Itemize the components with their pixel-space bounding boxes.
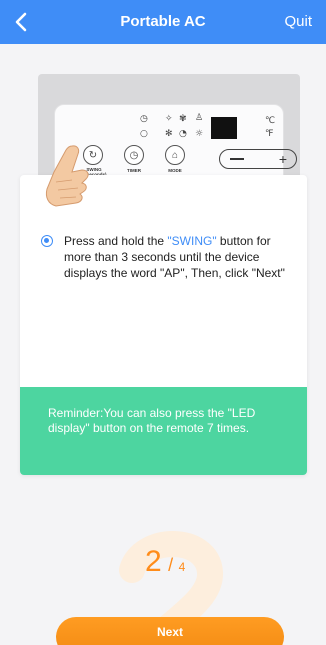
clock-icon: ◷ <box>140 114 148 124</box>
current-step: 2 <box>145 545 162 578</box>
instruction-text: Press and hold the "SWING" button for mo… <box>64 234 285 280</box>
plus-icon: + <box>278 151 287 167</box>
sun-icon: ☼ <box>195 129 204 139</box>
minus-icon <box>230 158 244 160</box>
nav-header: Portable AC Quit <box>0 0 326 44</box>
mode-button: ⌂ <box>165 145 185 165</box>
celsius-unit: ℃ <box>265 116 276 126</box>
hand-pointer-icon <box>45 145 89 207</box>
swing-highlight: "SWING" <box>167 234 217 248</box>
home-icon: ⌂ <box>171 149 179 161</box>
page-title: Portable AC <box>120 13 206 30</box>
snowflake-icon: ✻ <box>165 129 173 139</box>
step-indicator: 2 / 4 <box>145 545 185 579</box>
dehumidify-icon: ◔ <box>179 129 187 139</box>
timer-caption: TIMER <box>127 168 141 173</box>
clock-icon: ◷ <box>129 149 139 161</box>
sleep-icon: ♙ <box>195 113 204 123</box>
reminder-banner: Reminder:You can also press the "LED dis… <box>20 387 307 475</box>
total-steps: 4 <box>178 560 186 574</box>
step-separator: / <box>168 555 174 575</box>
led-display <box>211 117 237 139</box>
instruction-card: Press and hold the "SWING" button for mo… <box>20 175 307 475</box>
temp-adjust-control: + <box>219 149 297 169</box>
fahrenheit-unit: ℉ <box>265 129 274 139</box>
mode-caption: MODE <box>168 168 182 173</box>
next-button[interactable]: Next <box>56 617 284 645</box>
quit-button[interactable]: Quit <box>284 13 312 30</box>
fan-icon: ✧ <box>165 114 173 124</box>
timer-button: ◷ <box>124 145 144 165</box>
radio-selected-icon <box>41 235 53 247</box>
timer-icon: ○ <box>140 129 148 139</box>
fan-speed-icon: ✾ <box>179 114 187 124</box>
